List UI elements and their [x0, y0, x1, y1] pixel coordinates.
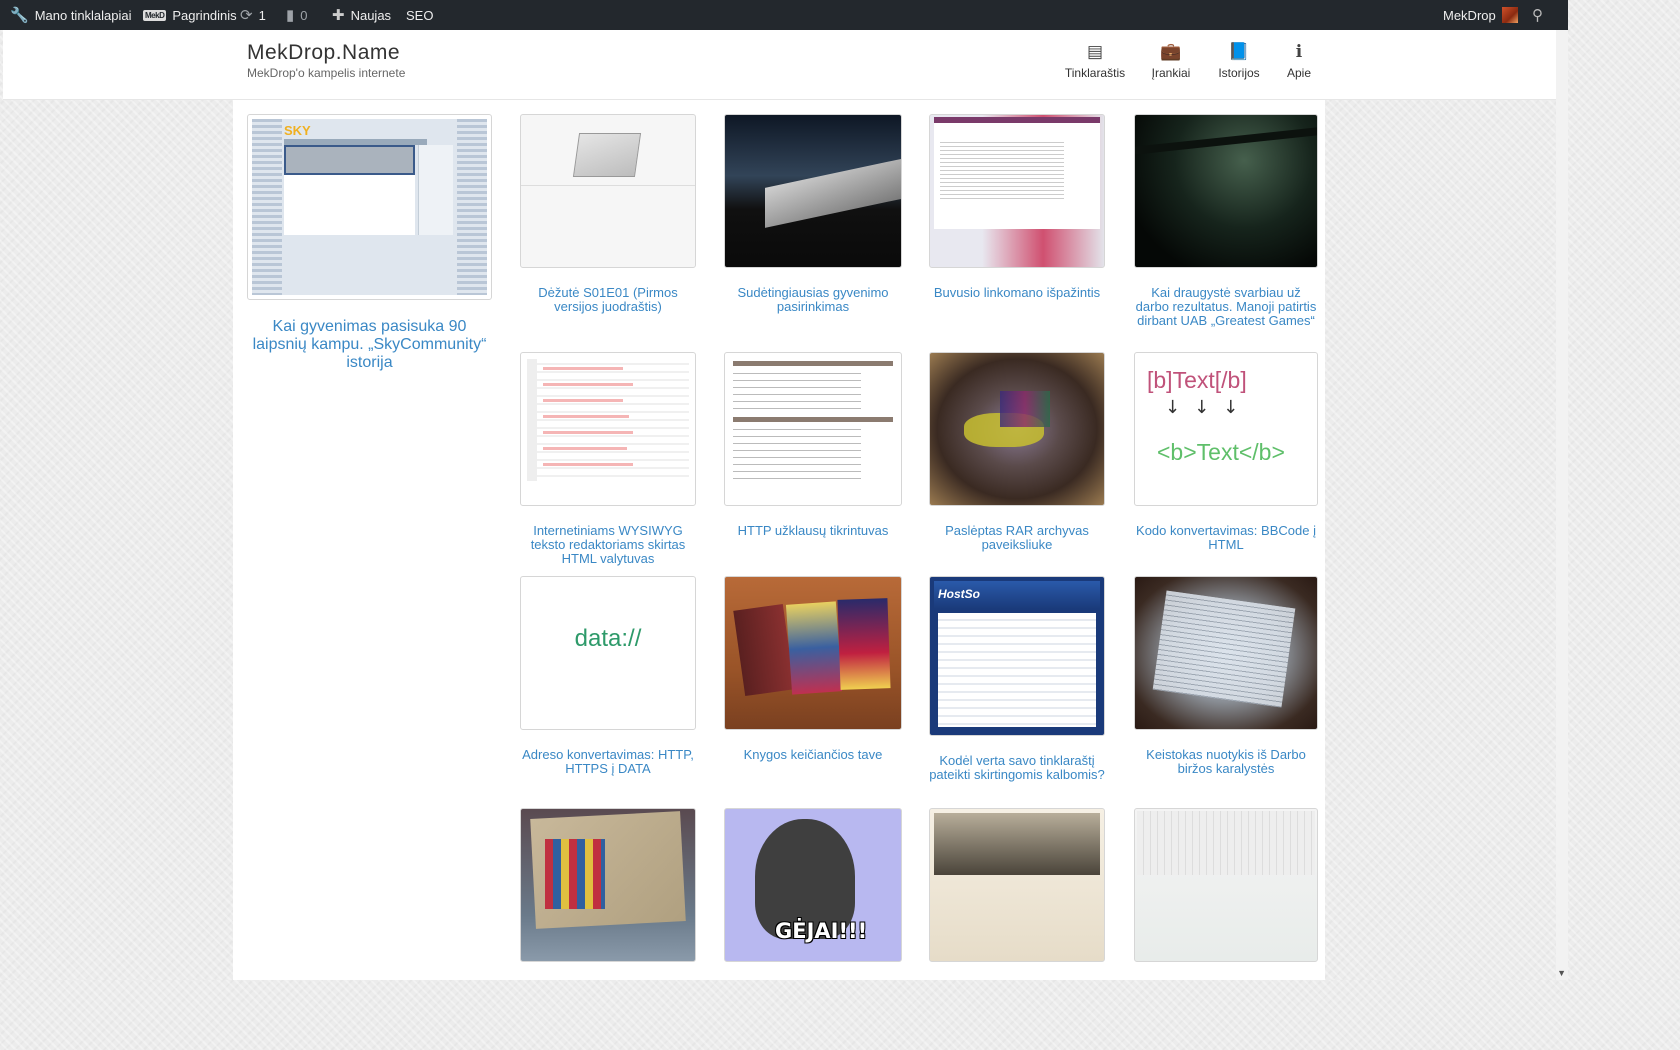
new-content-menu[interactable]: ✚ Naujas	[332, 0, 391, 30]
post-thumbnail[interactable]	[1134, 576, 1318, 730]
comment-icon: ▮	[286, 6, 295, 24]
post-thumbnail[interactable]	[520, 808, 696, 962]
post-title[interactable]: Adreso konvertavimas: HTTP, HTTPS į DATA	[520, 748, 696, 776]
avatar	[1501, 7, 1518, 23]
site-title[interactable]: MekDrop.Name	[247, 41, 400, 65]
user-menu[interactable]: MekDrop	[1443, 0, 1518, 30]
nav-tools[interactable]: 💼 Įrankiai	[1147, 42, 1195, 80]
site-icon: MekD	[143, 9, 167, 21]
post-title[interactable]: Kodėl verta savo tinklaraštį pateikti sk…	[929, 754, 1105, 782]
post-thumbnail[interactable]	[520, 352, 696, 506]
scroll-down-icon[interactable]: ▼	[1557, 968, 1566, 978]
search-button[interactable]: ⚲	[1532, 0, 1543, 30]
post-title[interactable]: Internetiniams WYSIWYG teksto redaktoria…	[520, 524, 696, 566]
featured-post-title[interactable]: Kai gyvenimas pasisuka 90 laipsnių kampu…	[247, 318, 492, 372]
post-title[interactable]: Knygos keičiančios tave	[724, 748, 902, 762]
post-title[interactable]: Paslėptas RAR archyvas paveiksliuke	[929, 524, 1105, 552]
post-thumbnail[interactable]	[724, 576, 902, 730]
nav-stories[interactable]: 📘 Istorijos	[1215, 42, 1263, 80]
post-thumbnail[interactable]	[929, 114, 1105, 268]
post-thumbnail[interactable]	[724, 114, 902, 268]
wrench-icon: 🔧	[10, 6, 29, 24]
featured-thumbnail[interactable]: SKY	[247, 114, 492, 300]
my-sites-menu[interactable]: 🔧 Mano tinklalapiai	[10, 0, 132, 30]
comments-count: 0	[300, 7, 308, 23]
nav-blog-label: Tinklaraštis	[1064, 66, 1126, 80]
post-thumbnail[interactable]	[724, 352, 902, 506]
post-thumbnail[interactable]	[929, 352, 1105, 506]
comments-link[interactable]: ▮ 0	[286, 0, 308, 30]
post-title[interactable]: Dėžutė S01E01 (Pirmos versijos juodrašti…	[520, 286, 696, 314]
post-title[interactable]: Keistokas nuotykis iš Darbo biržos karal…	[1134, 748, 1318, 776]
book-icon: 📘	[1228, 42, 1250, 61]
post-title[interactable]: HTTP užklausų tikrintuvas	[724, 524, 902, 538]
nav-blog[interactable]: ▤ Tinklaraštis	[1063, 42, 1127, 80]
hostso-logo: HostSo	[938, 587, 980, 601]
post-thumbnail[interactable]	[1134, 114, 1318, 268]
post-title[interactable]: Sudėtingiausias gyvenimo pasirinkimas	[724, 286, 902, 314]
briefcase-icon: 💼	[1160, 42, 1182, 61]
search-icon: ⚲	[1532, 6, 1543, 24]
updates-count: 1	[258, 7, 266, 23]
post-title[interactable]: Buvusio linkomano išpažintis	[929, 286, 1105, 300]
nav-stories-label: Istorijos	[1218, 66, 1260, 80]
seo-label: SEO	[406, 7, 434, 23]
data-uri-text: data://	[574, 625, 642, 652]
site-description: MekDrop'o kampelis internete	[247, 66, 406, 80]
nav-about[interactable]: i Apie	[1283, 42, 1315, 80]
arrows-icon: ↓↓↓	[1165, 397, 1253, 418]
plus-icon: ✚	[332, 6, 345, 24]
post-thumbnail[interactable]: data://	[520, 576, 696, 730]
bbcode-text: [b]Text[/b]	[1147, 367, 1247, 393]
site-name-menu[interactable]: MekD Pagrindinis	[143, 0, 237, 30]
nav-about-label: Apie	[1286, 66, 1312, 80]
site-header: MekDrop.Name MekDrop'o kampelis internet…	[3, 30, 1556, 100]
page-scrollbar[interactable]: ▼	[1556, 30, 1568, 980]
html-text: <b>Text</b>	[1157, 439, 1285, 465]
new-label: Naujas	[350, 7, 392, 23]
info-icon: i	[1295, 42, 1303, 62]
skycommunity-logo: SKY	[284, 123, 311, 138]
post-thumbnail[interactable]: [b]Text[/b] ↓↓↓ <b>Text</b>	[1134, 352, 1318, 506]
post-thumbnail[interactable]: GĖJAI!!!	[724, 808, 902, 962]
user-name: MekDrop	[1443, 7, 1496, 23]
site-name-label: Pagrindinis	[172, 7, 237, 23]
post-grid: SKY Kai gyvenimas pasisuka 90 laipsnių k…	[233, 100, 1325, 980]
seo-menu[interactable]: SEO	[406, 0, 433, 30]
admin-bar: 🔧 Mano tinklalapiai MekD Pagrindinis ⟳ 1…	[0, 0, 1568, 30]
nav-tools-label: Įrankiai	[1151, 66, 1191, 80]
post-thumbnail[interactable]	[520, 114, 696, 268]
post-thumbnail[interactable]	[1134, 808, 1318, 962]
updates-link[interactable]: ⟳ 1	[240, 0, 266, 30]
newspaper-icon: ▤	[1086, 42, 1104, 61]
post-thumbnail[interactable]: HostSo	[929, 576, 1105, 736]
updates-icon: ⟳	[240, 6, 253, 24]
post-thumbnail[interactable]	[929, 808, 1105, 962]
post-title[interactable]: Kai draugystė svarbiau už darbo rezultat…	[1134, 286, 1318, 328]
post-title[interactable]: Kodo konvertavimas: BBCode į HTML	[1134, 524, 1318, 552]
my-sites-label: Mano tinklalapiai	[34, 7, 132, 23]
meme-text: GĖJAI!!!	[775, 919, 868, 943]
